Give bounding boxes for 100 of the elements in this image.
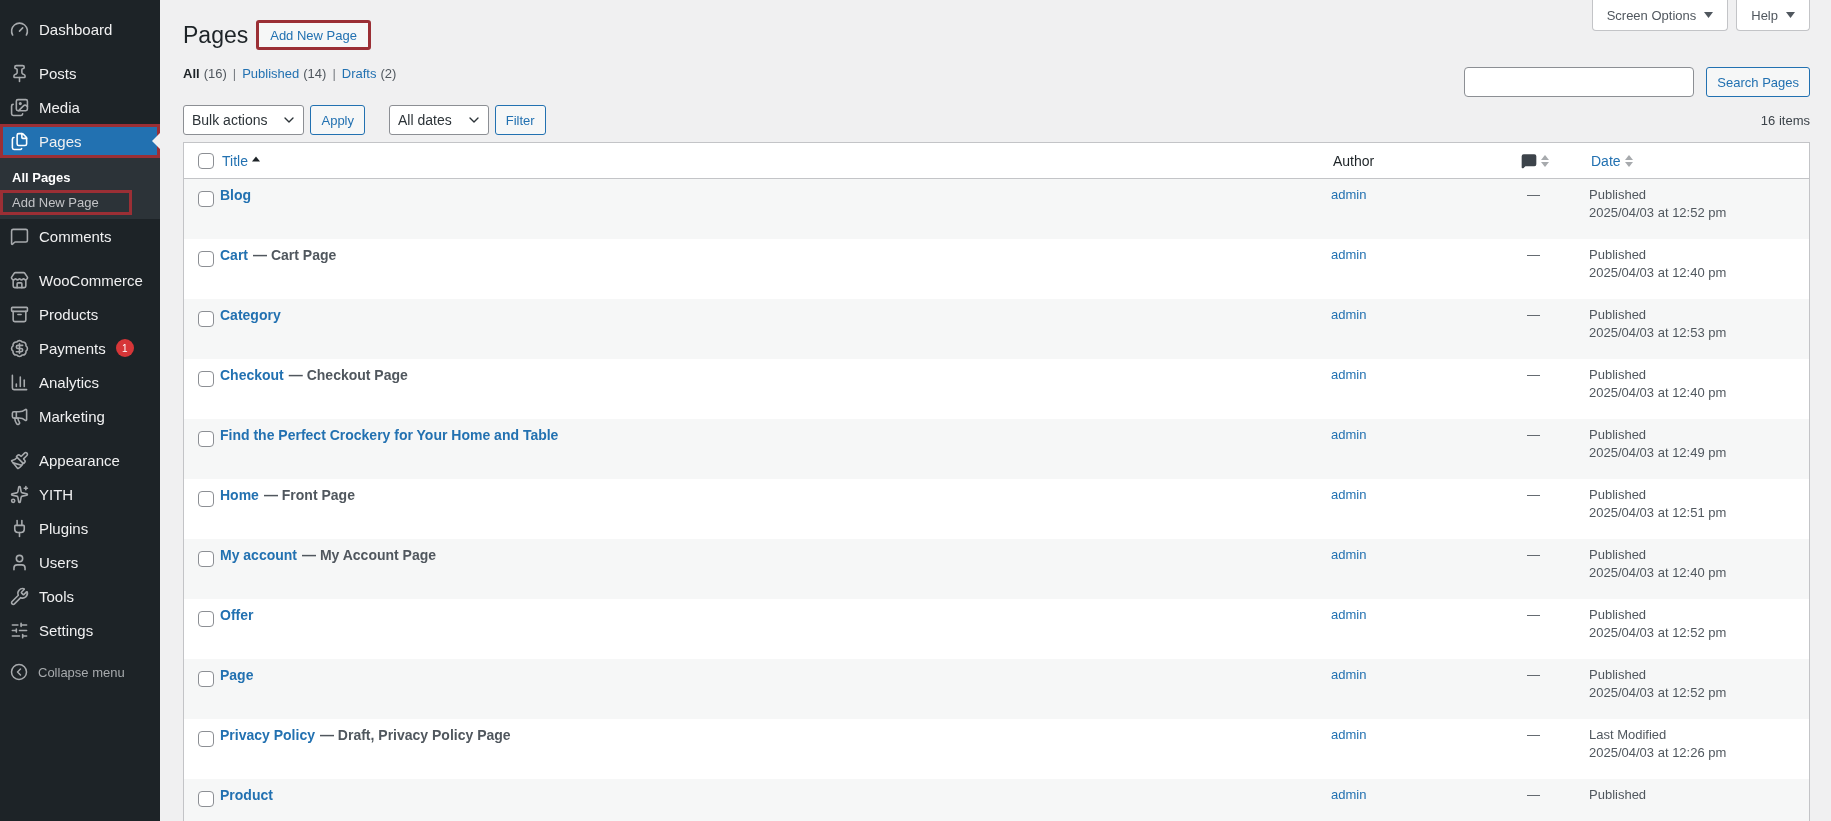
column-heading-text: Author xyxy=(1332,152,1375,169)
collapse-menu-link[interactable]: Collapse menu xyxy=(0,657,160,687)
screen-options-tab[interactable]: Screen Options xyxy=(1591,0,1729,31)
page-title-link[interactable]: Checkout xyxy=(220,367,284,383)
publish-status: Published xyxy=(1589,187,1648,202)
dollar-icon xyxy=(10,338,29,358)
page-title-link[interactable]: Blog xyxy=(220,187,252,203)
author-link[interactable]: admin xyxy=(1331,607,1367,622)
row-checkbox[interactable] xyxy=(198,371,214,387)
menu-item[interactable]: Analytics xyxy=(0,365,160,399)
row-checkbox[interactable] xyxy=(198,311,214,327)
publish-date: 2025/04/03 at 12:49 pm xyxy=(1589,445,1728,460)
row-checkbox[interactable] xyxy=(198,671,214,687)
page-title-link[interactable]: Cart xyxy=(220,247,248,263)
publish-date: 2025/04/03 at 12:40 pm xyxy=(1589,565,1728,580)
menu-item[interactable]: Posts xyxy=(0,56,160,90)
page-title-link[interactable]: My account xyxy=(220,547,297,563)
row-checkbox[interactable] xyxy=(198,731,214,747)
bulk-actions-dropdown[interactable]: Bulk actions xyxy=(183,105,305,135)
column-header[interactable]: Title xyxy=(220,152,260,169)
search-pages-button[interactable]: Search Pages xyxy=(1706,67,1810,97)
sliders-icon xyxy=(10,620,29,640)
row-checkbox[interactable] xyxy=(198,491,214,507)
page-title-link[interactable]: Offer xyxy=(220,607,254,623)
separator-text: | xyxy=(232,66,237,81)
author-link[interactable]: admin xyxy=(1331,187,1367,202)
status-count: (16) xyxy=(203,66,227,81)
author-link[interactable]: admin xyxy=(1331,307,1367,322)
menu-item[interactable]: Settings xyxy=(0,613,160,647)
images-icon xyxy=(10,97,29,117)
publish-status: Published xyxy=(1589,487,1648,502)
submenu-item[interactable]: Add New Page xyxy=(0,190,132,215)
help-tab[interactable]: Help xyxy=(1736,0,1810,31)
post-state: — My Account Page xyxy=(302,547,437,563)
page-title-link[interactable]: Find the Perfect Crockery for Your Home and Table xyxy=(220,427,559,443)
menu-item[interactable]: Plugins xyxy=(0,511,160,545)
publish-date: 2025/04/03 at 12:40 pm xyxy=(1589,265,1728,280)
author-link[interactable]: admin xyxy=(1331,367,1367,382)
row-checkbox[interactable] xyxy=(198,431,214,447)
page-title-link[interactable]: Page xyxy=(220,667,254,683)
comment-count: — xyxy=(1526,787,1540,802)
menu-item[interactable]: Appearance xyxy=(0,443,160,477)
menu-item[interactable]: Tools xyxy=(0,579,160,613)
archive-icon xyxy=(10,304,29,324)
row-checkbox[interactable] xyxy=(198,551,214,567)
comment-count: — xyxy=(1526,367,1540,382)
menu-item[interactable]: Comments xyxy=(0,219,160,253)
comment-count: — xyxy=(1526,607,1540,622)
comment-count: — xyxy=(1526,727,1540,742)
status-filter-link[interactable]: Published xyxy=(242,66,300,81)
author-link[interactable]: admin xyxy=(1331,667,1367,682)
row-checkbox[interactable] xyxy=(198,251,214,267)
comment-count: — xyxy=(1526,547,1540,562)
author-link[interactable]: admin xyxy=(1331,487,1367,502)
user-icon xyxy=(10,552,29,572)
menu-item[interactable]: Payments 1 xyxy=(0,331,160,365)
comment-icon xyxy=(1521,152,1537,169)
menu-item[interactable]: Users xyxy=(0,545,160,579)
comment-count: — xyxy=(1526,247,1540,262)
comment-count: — xyxy=(1526,307,1540,322)
author-link[interactable]: admin xyxy=(1331,727,1367,742)
caret-icon xyxy=(1786,12,1795,18)
column-header[interactable]: Date xyxy=(1589,152,1633,169)
select-all-checkbox[interactable] xyxy=(198,152,214,169)
post-state: — Cart Page xyxy=(253,247,337,263)
menu-item[interactable]: Products xyxy=(0,297,160,331)
menu-item[interactable]: Marketing xyxy=(0,399,160,433)
page-title-link[interactable]: Home xyxy=(220,487,259,503)
notification-badge: 1 xyxy=(115,339,134,357)
menu-item[interactable]: Pages xyxy=(0,124,160,158)
filter-button[interactable]: Filter xyxy=(494,105,546,135)
dates-dropdown[interactable]: All dates xyxy=(389,105,489,135)
add-new-page-button[interactable]: Add New Page xyxy=(256,20,371,50)
submenu-item[interactable]: All Pages xyxy=(0,165,160,190)
menu-item[interactable]: Dashboard xyxy=(0,12,160,46)
page-title-link[interactable]: Privacy Policy xyxy=(220,727,315,743)
publish-status: Published xyxy=(1589,787,1648,802)
menu-item[interactable]: Media xyxy=(0,90,160,124)
menu-item[interactable]: WooCommerce xyxy=(0,263,160,297)
status-filter-link[interactable]: All xyxy=(183,66,200,81)
publish-status: Published xyxy=(1589,307,1648,322)
publish-status: Published xyxy=(1589,427,1648,442)
apply-button[interactable]: Apply xyxy=(310,105,365,135)
publish-date: 2025/04/03 at 12:53 pm xyxy=(1589,325,1728,340)
comment-icon xyxy=(10,226,29,246)
row-checkbox[interactable] xyxy=(198,191,214,207)
wrench-icon xyxy=(10,586,29,606)
search-field[interactable] xyxy=(1464,67,1695,97)
menu-item[interactable]: YITH xyxy=(0,477,160,511)
comment-count: — xyxy=(1526,667,1540,682)
page-title-link[interactable]: Category xyxy=(220,307,281,323)
author-link[interactable]: admin xyxy=(1331,787,1367,802)
column-header[interactable] xyxy=(1519,152,1549,169)
author-link[interactable]: admin xyxy=(1331,547,1367,562)
author-link[interactable]: admin xyxy=(1331,427,1367,442)
row-checkbox[interactable] xyxy=(198,611,214,627)
status-filter-link[interactable]: Drafts xyxy=(341,66,377,81)
author-link[interactable]: admin xyxy=(1331,247,1367,262)
row-checkbox[interactable] xyxy=(198,791,214,807)
page-title-link[interactable]: Product xyxy=(220,787,273,803)
